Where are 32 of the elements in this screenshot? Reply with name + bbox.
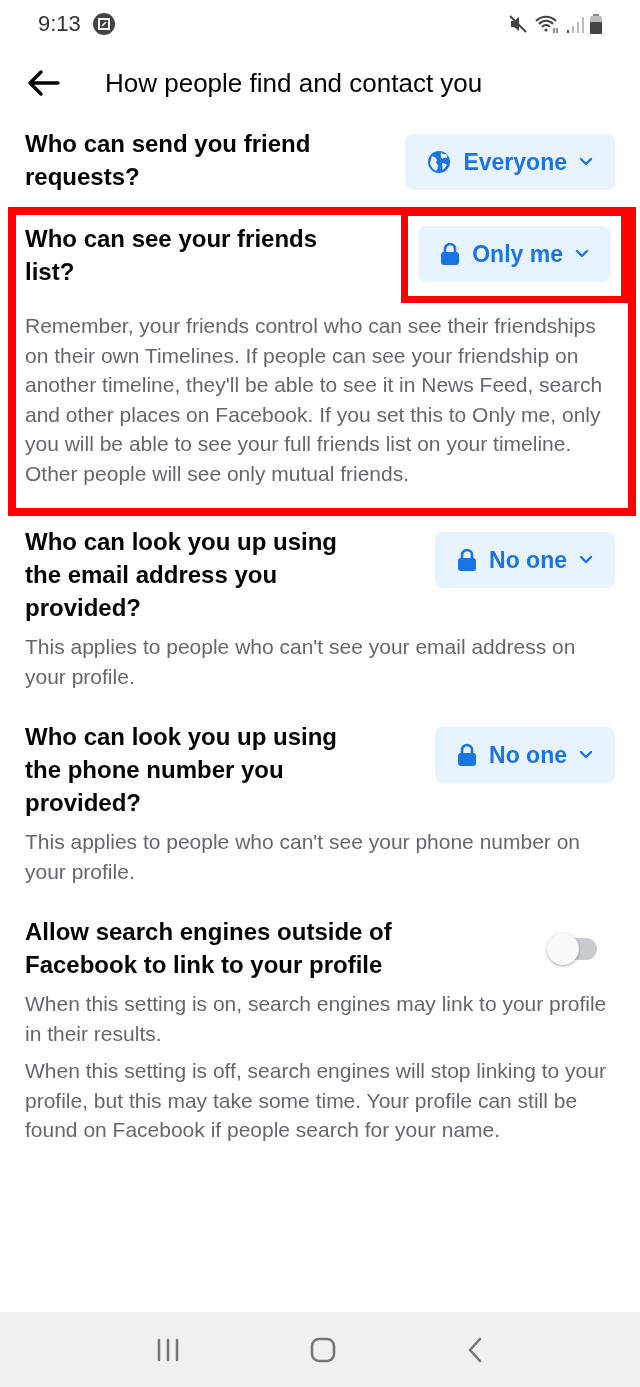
- setting-description: Remember, your friends control who can see their friendships on their own Timelines. If people can see your friendship on another timeline, they'll be able to see it in News Feed, search and other places on Facebook. If you set this to Only me, only you will be able to see your full friends list on your timeline. Other people will see only mutual friends.: [25, 313, 604, 487]
- chevron-down-icon: [579, 555, 593, 565]
- home-icon[interactable]: [310, 1336, 336, 1363]
- screenshot-icon: [92, 13, 115, 35]
- back-arrow-icon[interactable]: [26, 69, 60, 97]
- lock-icon: [457, 548, 478, 572]
- setting-question: Allow search engines outside of Facebook to link to your profile: [25, 917, 393, 980]
- battery-icon: [590, 14, 602, 34]
- setting-question: Who can send you friend requests?: [25, 129, 312, 192]
- chevron-down-icon: [579, 157, 593, 167]
- audience-dropdown[interactable]: Only me: [418, 226, 611, 282]
- globe-icon: [427, 150, 452, 174]
- lock-icon: [440, 242, 461, 266]
- signal-icon: [566, 14, 584, 34]
- audience-dropdown[interactable]: No one: [435, 532, 615, 588]
- status-time: 9:13: [38, 11, 81, 37]
- chevron-down-icon: [575, 249, 589, 259]
- setting-description: This applies to people who can't see your phone number on your profile.: [25, 829, 582, 885]
- setting-description: When this setting is on, search engines may link to your profile in their results.: [25, 991, 608, 1047]
- chevron-down-icon: [579, 750, 593, 760]
- page-title: How people find and contact you: [105, 67, 483, 99]
- toggle-switch[interactable]: [547, 932, 597, 966]
- setting-description: This applies to people who can't see your email address on your profile.: [25, 634, 577, 690]
- lock-icon: [457, 743, 478, 767]
- setting-description: When this setting is off, search engines will stop linking to your profile, but this may take some time. Your profile can still be found on Facebook if people search for your name.: [25, 1058, 607, 1143]
- setting-question: Who can look you up using the email address you provided?: [25, 527, 338, 623]
- setting-question: Who can see your friends list?: [25, 224, 319, 287]
- setting-question: Who can look you up using the phone number you provided?: [25, 722, 338, 818]
- mute-icon: [508, 14, 528, 34]
- audience-dropdown[interactable]: No one: [435, 727, 615, 783]
- wifi-icon: [534, 14, 560, 34]
- audience-dropdown[interactable]: Everyone: [405, 134, 615, 190]
